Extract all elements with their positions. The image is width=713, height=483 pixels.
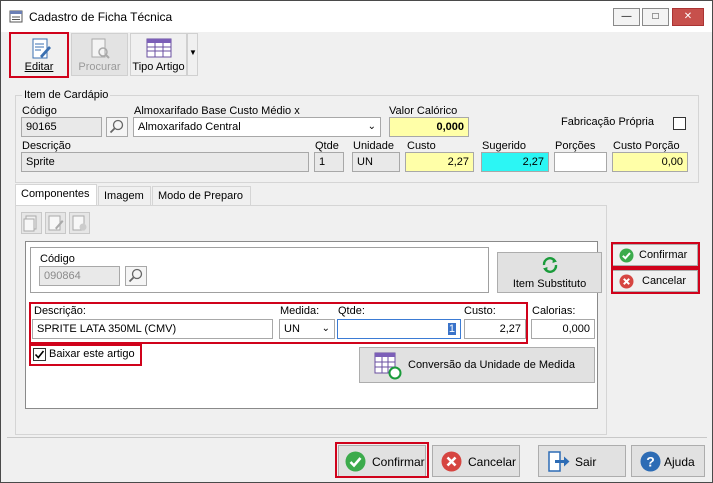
exit-icon (548, 451, 570, 472)
custo-porcao-label: Custo Porção (613, 140, 680, 152)
tab-componentes[interactable]: Componentes (15, 184, 97, 206)
fabricacao-label: Fabricação Própria (561, 116, 654, 128)
valor-calorico-label: Valor Calórico (389, 105, 458, 117)
article-type-dropdown[interactable]: ▼ (187, 33, 198, 76)
delete-component-button[interactable] (69, 212, 90, 234)
search-toolbar-label: Procurar (78, 61, 121, 73)
almox-value: Almoxarifado Central (138, 121, 241, 133)
tab-imagem[interactable]: Imagem (98, 186, 151, 206)
tab-modo-preparo[interactable]: Modo de Preparo (152, 186, 251, 206)
sugerido-field[interactable]: 2,27 (481, 152, 549, 172)
highlight-baixar (29, 344, 142, 366)
close-button[interactable]: ✕ (672, 8, 704, 26)
codigo-search-button[interactable] (106, 117, 128, 137)
search-icon (128, 268, 143, 283)
item-substituto-button[interactable]: Item Substituto (497, 252, 602, 293)
help-label: Ajuda (664, 455, 695, 469)
qtde-field[interactable]: 1 (314, 152, 344, 172)
window-title: Cadastro de Ficha Técnica (29, 10, 173, 24)
search-icon (109, 119, 124, 134)
porcoes-field[interactable] (554, 152, 607, 172)
custo-field[interactable]: 2,27 (405, 152, 474, 172)
search-toolbar-button[interactable]: Procurar (71, 33, 128, 76)
qtde-label: Qtde (315, 140, 339, 152)
fabricacao-checkbox[interactable] (673, 117, 686, 130)
calorias-label: Calorias: (532, 305, 576, 317)
highlight-confirm (335, 442, 429, 478)
unit-conversion-icon (374, 352, 402, 380)
component-codigo-field[interactable]: 090864 (39, 266, 120, 286)
item-substituto-label: Item Substituto (512, 278, 587, 290)
cancel-button[interactable]: Cancelar (432, 445, 520, 477)
maximize-button[interactable]: □ (642, 8, 669, 26)
component-codigo-search-button[interactable] (125, 266, 147, 286)
codigo-field[interactable]: 90165 (21, 117, 102, 137)
custo-porcao-field[interactable]: 0,00 (612, 152, 688, 172)
bottom-separator (7, 437, 707, 438)
new-document-icon (23, 215, 37, 232)
descricao-label: Descrição (22, 140, 71, 152)
calorias-field[interactable]: 0,000 (531, 319, 595, 339)
article-type-button[interactable]: Tipo Artigo (130, 33, 187, 76)
article-type-label: Tipo Artigo (132, 61, 185, 73)
porcoes-label: Porções (555, 140, 596, 152)
custo-label: Custo (407, 140, 436, 152)
descricao-field[interactable]: Sprite (21, 152, 309, 172)
highlight-side-cancel (611, 268, 700, 294)
chevron-down-icon: ⌄ (367, 121, 376, 132)
app-icon (9, 10, 23, 23)
highlight-edit (9, 32, 69, 78)
conversao-label: Conversão da Unidade de Medida (408, 359, 575, 371)
cancel-circle-icon (441, 451, 462, 472)
document-search-icon (91, 38, 110, 59)
edit-component-button[interactable] (45, 212, 66, 234)
main-window: Cadastro de Ficha Técnica — □ ✕ Editar P… (0, 0, 713, 483)
almox-label: Almoxarifado Base Custo Médio x (134, 105, 300, 117)
conversao-unidade-button[interactable]: Conversão da Unidade de Medida (359, 347, 595, 383)
title-bar: Cadastro de Ficha Técnica — □ ✕ (1, 1, 712, 32)
add-component-button[interactable] (21, 212, 42, 234)
table-icon (146, 38, 172, 58)
refresh-icon (542, 257, 558, 273)
exit-label: Sair (575, 455, 597, 469)
item-group-title: Item de Cardápio (22, 89, 111, 101)
exit-button[interactable]: Sair (538, 445, 626, 477)
sugerido-label: Sugerido (482, 140, 527, 152)
codigo-label: Código (22, 105, 57, 117)
component-codigo-label: Código (40, 253, 75, 265)
almox-select[interactable]: Almoxarifado Central ⌄ (133, 117, 381, 137)
help-button[interactable]: ? Ajuda (631, 445, 705, 477)
unidade-field[interactable]: UN (352, 152, 400, 172)
unidade-label: Unidade (353, 140, 394, 152)
delete-document-icon (72, 215, 87, 231)
minimize-button[interactable]: — (613, 8, 640, 26)
highlight-side-confirm (611, 242, 700, 268)
edit-icon (48, 215, 64, 231)
help-icon: ? (640, 451, 661, 472)
highlight-component-row (29, 302, 528, 344)
valor-calorico-field[interactable]: 0,000 (389, 117, 469, 137)
cancel-label: Cancelar (468, 455, 517, 469)
chevron-down-icon: ▼ (189, 48, 197, 57)
svg-text:?: ? (646, 454, 655, 470)
